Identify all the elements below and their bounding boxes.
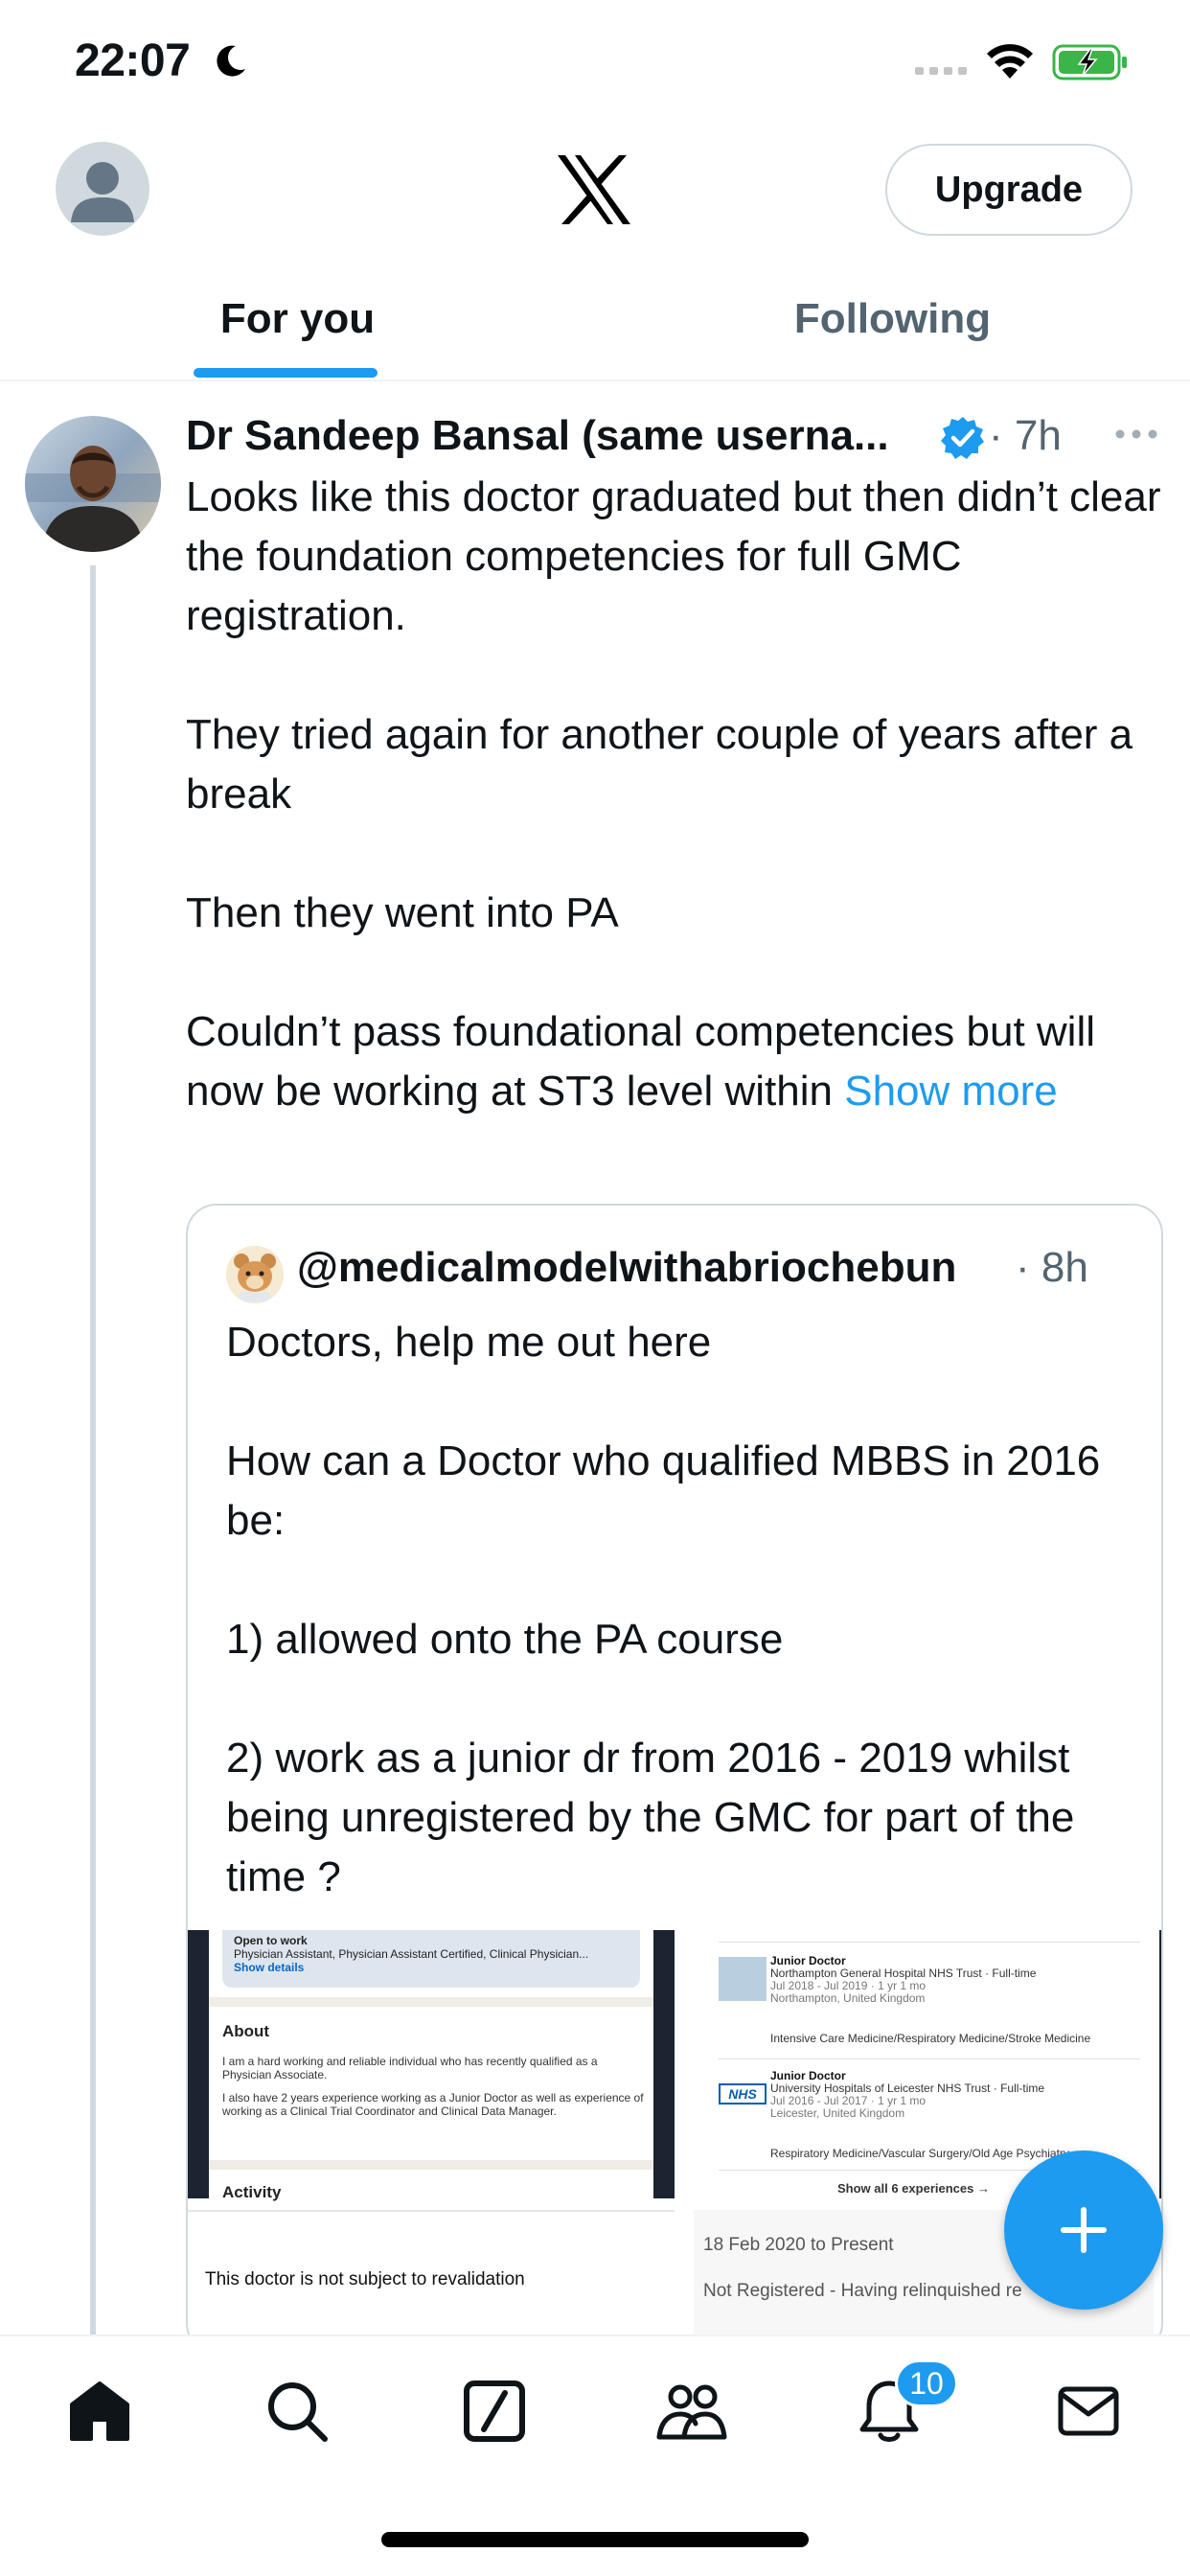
open-to-work-label: Open to work: [234, 1934, 308, 1947]
show-details-link: Show details: [234, 1961, 305, 1974]
section-divider: [209, 1997, 653, 2007]
quote-author-handle[interactable]: @medicalmodelwithabriochebun: [297, 1244, 956, 1292]
status-bar: 22:07: [0, 0, 1190, 126]
about-text-line: I also have 2 years experience working a…: [222, 2091, 644, 2118]
nav-home[interactable]: [61, 2373, 138, 2450]
job-location: Leicester, United Kingdom: [770, 2106, 905, 2120]
profile-avatar[interactable]: [56, 142, 149, 236]
show-all-experiences-link: Show all 6 experiences →: [837, 2181, 990, 2196]
divider-line: [719, 2058, 1140, 2059]
status-time: 22:07: [75, 35, 191, 86]
divider-line: [719, 1942, 1140, 1943]
tweet-paragraph: They tried again for another couple of y…: [186, 711, 1133, 817]
communities-icon: [656, 2384, 727, 2440]
compose-post-button[interactable]: [1004, 2150, 1163, 2310]
quote-paragraph: Doctors, help me out here: [226, 1319, 712, 1366]
divider-line: [188, 2210, 675, 2212]
nav-communities[interactable]: [653, 2373, 730, 2450]
x-logo-icon[interactable]: [556, 153, 632, 226]
home-icon: [70, 2381, 129, 2441]
section-divider: [209, 2160, 653, 2170]
active-tab-indicator: [194, 368, 378, 378]
bear-avatar-icon: [226, 1246, 284, 1303]
revalidation-text: This doctor is not subject to revalidati…: [205, 2269, 525, 2289]
tweet-text: Looks like this doctor graduated but the…: [186, 468, 1173, 1121]
tweet-header: Dr Sandeep Bansal (same userna... · 7h: [186, 408, 1163, 466]
quote-paragraph: 2) work as a junior dr from 2016 - 2019 …: [226, 1735, 1075, 1900]
tab-for-you[interactable]: For you: [0, 259, 595, 380]
nav-search[interactable]: [259, 2373, 335, 2450]
quote-paragraph: 1) allowed onto the PA course: [226, 1616, 784, 1663]
about-gap: [222, 2082, 644, 2091]
messages-icon: [1058, 2386, 1119, 2436]
job-specialties: Respiratory Medicine/Vascular Surgery/Ol…: [770, 2147, 1069, 2160]
author-avatar[interactable]: [25, 416, 161, 552]
tweet-timestamp[interactable]: · 7h: [989, 412, 1062, 460]
open-to-work-card: Open to work Physician Assistant, Physic…: [222, 1930, 640, 1988]
grok-icon: [464, 2380, 525, 2442]
quoted-tweet[interactable]: @medicalmodelwithabriochebun · 8h Doctor…: [186, 1204, 1163, 2354]
cellular-signal-icon: [915, 67, 967, 75]
plus-icon: [1061, 2207, 1107, 2253]
tab-following[interactable]: Following: [595, 259, 1190, 380]
registration-status: Not Registered - Having relinquished re: [703, 2281, 1022, 2301]
registration-date-range: 18 Feb 2020 to Present: [703, 2235, 894, 2255]
show-more-link[interactable]: Show more: [844, 1068, 1058, 1115]
open-to-work-roles: Physician Assistant, Physician Assistant…: [234, 1947, 589, 1961]
verified-badge-icon: [941, 417, 984, 459]
job-location: Northampton, United Kingdom: [770, 1991, 926, 2005]
activity-heading: Activity: [222, 2183, 282, 2201]
quote-paragraph: How can a Doctor who qualified MBBS in 2…: [226, 1438, 1101, 1544]
search-icon: [268, 2382, 328, 2442]
battery-charging-icon: [1052, 44, 1127, 80]
screenshot-panel: Open to work Physician Assistant, Physic…: [209, 1930, 653, 2201]
media-image-linkedin-profile[interactable]: Open to work Physician Assistant, Physic…: [188, 1930, 675, 2352]
experience-entry: Junior Doctor Northampton General Hospit…: [770, 1955, 1161, 2005]
tweet-paragraph: Looks like this doctor graduated but the…: [186, 473, 1161, 639]
hospital-logo: [719, 1957, 767, 2001]
timeline-tabs: For you Following: [0, 259, 1190, 381]
tweet-paragraph: Couldn’t pass foundational competencies …: [186, 1002, 1173, 1121]
default-avatar-icon: [71, 162, 134, 222]
experience-entry: Junior Doctor University Hospitals of Le…: [770, 2070, 1161, 2120]
more-options-icon[interactable]: [1113, 427, 1159, 441]
nhs-logo: NHS: [719, 2083, 767, 2104]
quote-timestamp: · 8h: [1016, 1244, 1088, 1291]
about-text: I am a hard working and reliable individ…: [222, 2055, 644, 2118]
nav-grok[interactable]: [456, 2373, 533, 2450]
tweet-paragraph: Then they went into PA: [186, 889, 619, 936]
upgrade-button[interactable]: Upgrade: [885, 144, 1133, 236]
wifi-icon: [987, 44, 1033, 79]
author-name[interactable]: Dr Sandeep Bansal (same userna...: [186, 412, 889, 460]
moon-icon: [217, 45, 245, 77]
notifications-badge: 10: [895, 2359, 958, 2407]
about-text-line: I am a hard working and reliable individ…: [222, 2055, 598, 2082]
about-heading: About: [222, 2022, 270, 2040]
quote-text: Doctors, help me out here How can a Doct…: [226, 1313, 1146, 1907]
author-photo: [25, 416, 161, 552]
home-indicator[interactable]: [381, 2532, 809, 2547]
quote-author-avatar: [226, 1246, 284, 1303]
job-specialties: Intensive Care Medicine/Respiratory Medi…: [770, 2032, 1091, 2045]
thread-line: [90, 565, 96, 2338]
nav-messages[interactable]: [1050, 2373, 1127, 2450]
